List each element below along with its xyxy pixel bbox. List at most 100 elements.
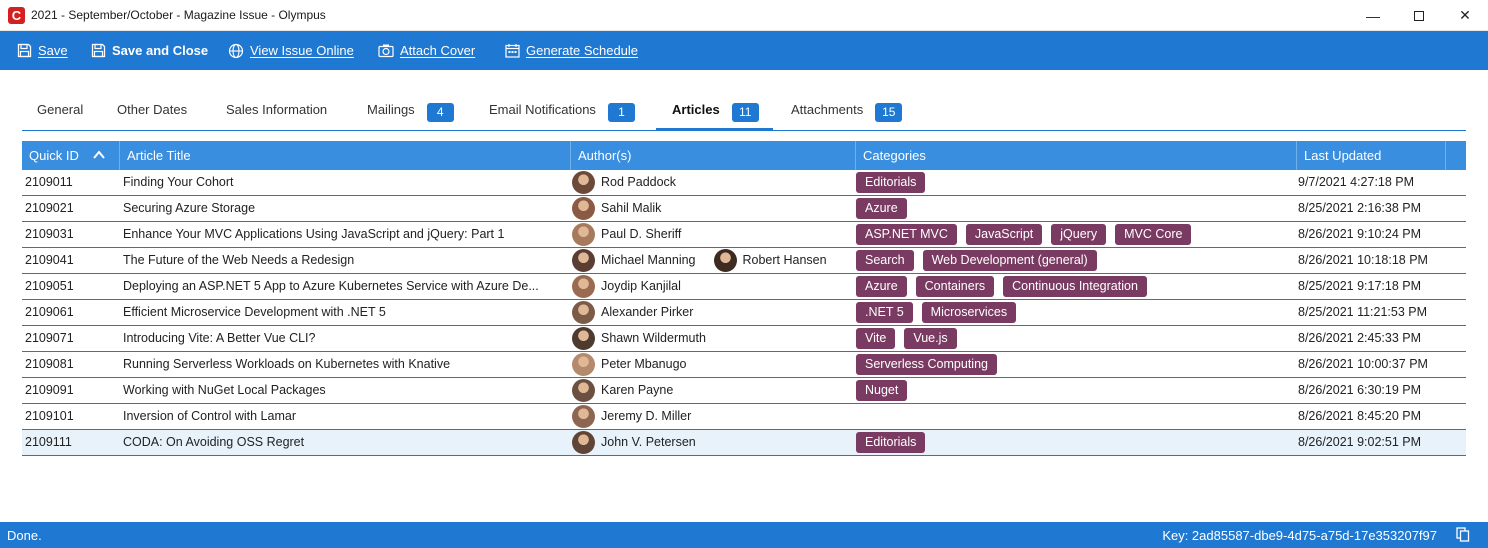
tab-email-notifications[interactable]: Email Notifications 1 [489, 93, 635, 130]
category-tag[interactable]: Vite [856, 328, 896, 349]
category-tag[interactable]: ASP.NET MVC [856, 224, 957, 245]
category-tag[interactable]: Search [856, 250, 914, 271]
copy-icon[interactable] [1456, 527, 1470, 542]
last-updated-cell: 8/25/2021 11:21:53 PM [1298, 305, 1428, 319]
category-tag[interactable]: Editorials [856, 172, 926, 193]
article-title-cell: Working with NuGet Local Packages [123, 383, 326, 397]
category-tag[interactable]: Nuget [856, 380, 908, 401]
last-updated-cell: 8/25/2021 9:17:18 PM [1298, 279, 1422, 293]
sort-ascending-icon [93, 150, 105, 159]
tab-articles[interactable]: Articles 11 [656, 93, 773, 131]
column-header-categories[interactable]: Categories [856, 141, 1297, 170]
author-chip: Sahil Malik [572, 196, 661, 221]
record-key: Key: 2ad85587-dbe9-4d75-a75d-17e353207f9… [1162, 528, 1437, 543]
table-row[interactable]: 2109101 Inversion of Control with Lamar Je… [22, 404, 1466, 430]
last-updated-cell: 8/25/2021 2:16:38 PM [1298, 201, 1422, 215]
category-tag[interactable]: Containers [915, 276, 995, 297]
column-header-quick-id[interactable]: Quick ID [22, 141, 120, 170]
table-row[interactable]: 2109041 The Future of the Web Needs a Red… [22, 248, 1466, 274]
authors-cell: Peter Mbanugo [572, 352, 854, 377]
view-issue-online-button[interactable]: View Issue Online [228, 31, 354, 70]
tab-other-dates[interactable]: Other Dates [117, 93, 187, 130]
attach-cover-label: Attach Cover [400, 43, 476, 58]
category-tag[interactable]: Vue.js [904, 328, 957, 349]
column-header-authors[interactable]: Author(s) [571, 141, 856, 170]
quick-id-cell: 2109081 [25, 357, 74, 371]
generate-schedule-label: Generate Schedule [526, 43, 639, 58]
authors-cell: Michael Manning Robert Hansen [572, 248, 854, 273]
table-row[interactable]: 2109091 Working with NuGet Local Packages… [22, 378, 1466, 404]
grid-header: Quick ID Article Title Author(s) Categor… [22, 141, 1466, 170]
article-title-cell: The Future of the Web Needs a Redesign [123, 253, 355, 267]
author-name: Joydip Kanjilal [601, 279, 681, 293]
table-row[interactable]: 2109071 Introducing Vite: A Better Vue CL… [22, 326, 1466, 352]
column-label: Last Updated [1304, 148, 1382, 163]
attach-cover-button[interactable]: Attach Cover [378, 31, 475, 70]
avatar [572, 327, 595, 350]
category-tag[interactable]: .NET 5 [856, 302, 913, 323]
close-button[interactable]: ✕ [1442, 0, 1488, 31]
quick-id-cell: 2109071 [25, 331, 74, 345]
count-badge: 4 [426, 103, 454, 122]
quick-id-cell: 2109101 [25, 409, 74, 423]
column-header-last-updated[interactable]: Last Updated [1297, 141, 1446, 170]
column-header-article-title[interactable]: Article Title [120, 141, 571, 170]
tab-mailings[interactable]: Mailings 4 [367, 93, 454, 130]
categories-cell: Azure [856, 196, 1296, 221]
avatar [713, 249, 737, 272]
avatar [572, 405, 595, 428]
category-tag[interactable]: MVC Core [1115, 224, 1192, 245]
count-badge: 1 [607, 103, 635, 122]
category-tag[interactable]: jQuery [1051, 224, 1107, 245]
category-tag[interactable]: Azure [856, 198, 907, 219]
category-tag[interactable]: Editorials [856, 432, 926, 453]
authors-cell: Alexander Pirker [572, 300, 854, 325]
table-row[interactable]: 2109081 Running Serverless Workloads on K… [22, 352, 1466, 378]
author-chip: Shawn Wildermuth [572, 326, 706, 351]
author-name: Jeremy D. Miller [601, 409, 692, 423]
author-chip: Michael Manning [572, 248, 696, 273]
column-label: Article Title [127, 148, 191, 163]
column-label: Quick ID [29, 148, 79, 163]
article-title-cell: Running Serverless Workloads on Kubernet… [123, 357, 451, 371]
table-row[interactable]: 2109031 Enhance Your MVC Applications Usi… [22, 222, 1466, 248]
table-row[interactable]: 2109011 Finding Your Cohort Rod Paddock Edi… [22, 170, 1466, 196]
authors-cell: Joydip Kanjilal [572, 274, 854, 299]
last-updated-cell: 8/26/2021 6:30:19 PM [1298, 383, 1422, 397]
tab-attachments[interactable]: Attachments 15 [791, 93, 903, 130]
author-name: Michael Manning [601, 253, 696, 267]
minimize-icon: — [1366, 7, 1380, 24]
avatar [572, 353, 595, 376]
maximize-button[interactable] [1396, 0, 1442, 31]
category-tag[interactable]: Azure [856, 276, 907, 297]
tab-label: Articles [672, 102, 720, 117]
quick-id-cell: 2109031 [25, 227, 74, 241]
minimize-button[interactable]: — [1350, 0, 1396, 31]
author-name: Shawn Wildermuth [601, 331, 706, 345]
categories-cell: Editorials [856, 170, 1296, 195]
tab-general[interactable]: General [37, 93, 83, 130]
tab-sales-information[interactable]: Sales Information [226, 93, 327, 130]
save-and-close-button[interactable]: Save and Close [91, 31, 208, 70]
column-label: Author(s) [578, 148, 632, 163]
generate-schedule-button[interactable]: Generate Schedule [505, 31, 638, 70]
table-row[interactable]: 2109051 Deploying an ASP.NET 5 App to Azu… [22, 274, 1466, 300]
last-updated-cell: 8/26/2021 10:00:37 PM [1298, 357, 1428, 371]
tab-label: Mailings [367, 102, 415, 117]
last-updated-cell: 8/26/2021 2:45:33 PM [1298, 331, 1422, 345]
author-name: Paul D. Sheriff [601, 227, 682, 241]
avatar [572, 171, 595, 194]
save-button[interactable]: Save [17, 31, 68, 70]
category-tag[interactable]: JavaScript [965, 224, 1043, 245]
category-tag[interactable]: Web Development (general) [922, 250, 1097, 271]
toolbar: Save Save and Close View Issue Online At… [0, 31, 1488, 70]
category-tag[interactable]: Serverless Computing [856, 354, 997, 375]
avatar [572, 301, 595, 324]
category-tag[interactable]: Continuous Integration [1003, 276, 1147, 297]
table-row[interactable]: 2109021 Securing Azure Storage Sahil Malik… [22, 196, 1466, 222]
table-row[interactable]: 2109111 CODA: On Avoiding OSS Regret John … [22, 430, 1466, 456]
category-tag[interactable]: Microservices [921, 302, 1017, 323]
table-row[interactable]: 2109061 Efficient Microservice Developmen… [22, 300, 1466, 326]
status-bar: Done. Key: 2ad85587-dbe9-4d75-a75d-17e35… [0, 522, 1488, 548]
quick-id-cell: 2109061 [25, 305, 74, 319]
